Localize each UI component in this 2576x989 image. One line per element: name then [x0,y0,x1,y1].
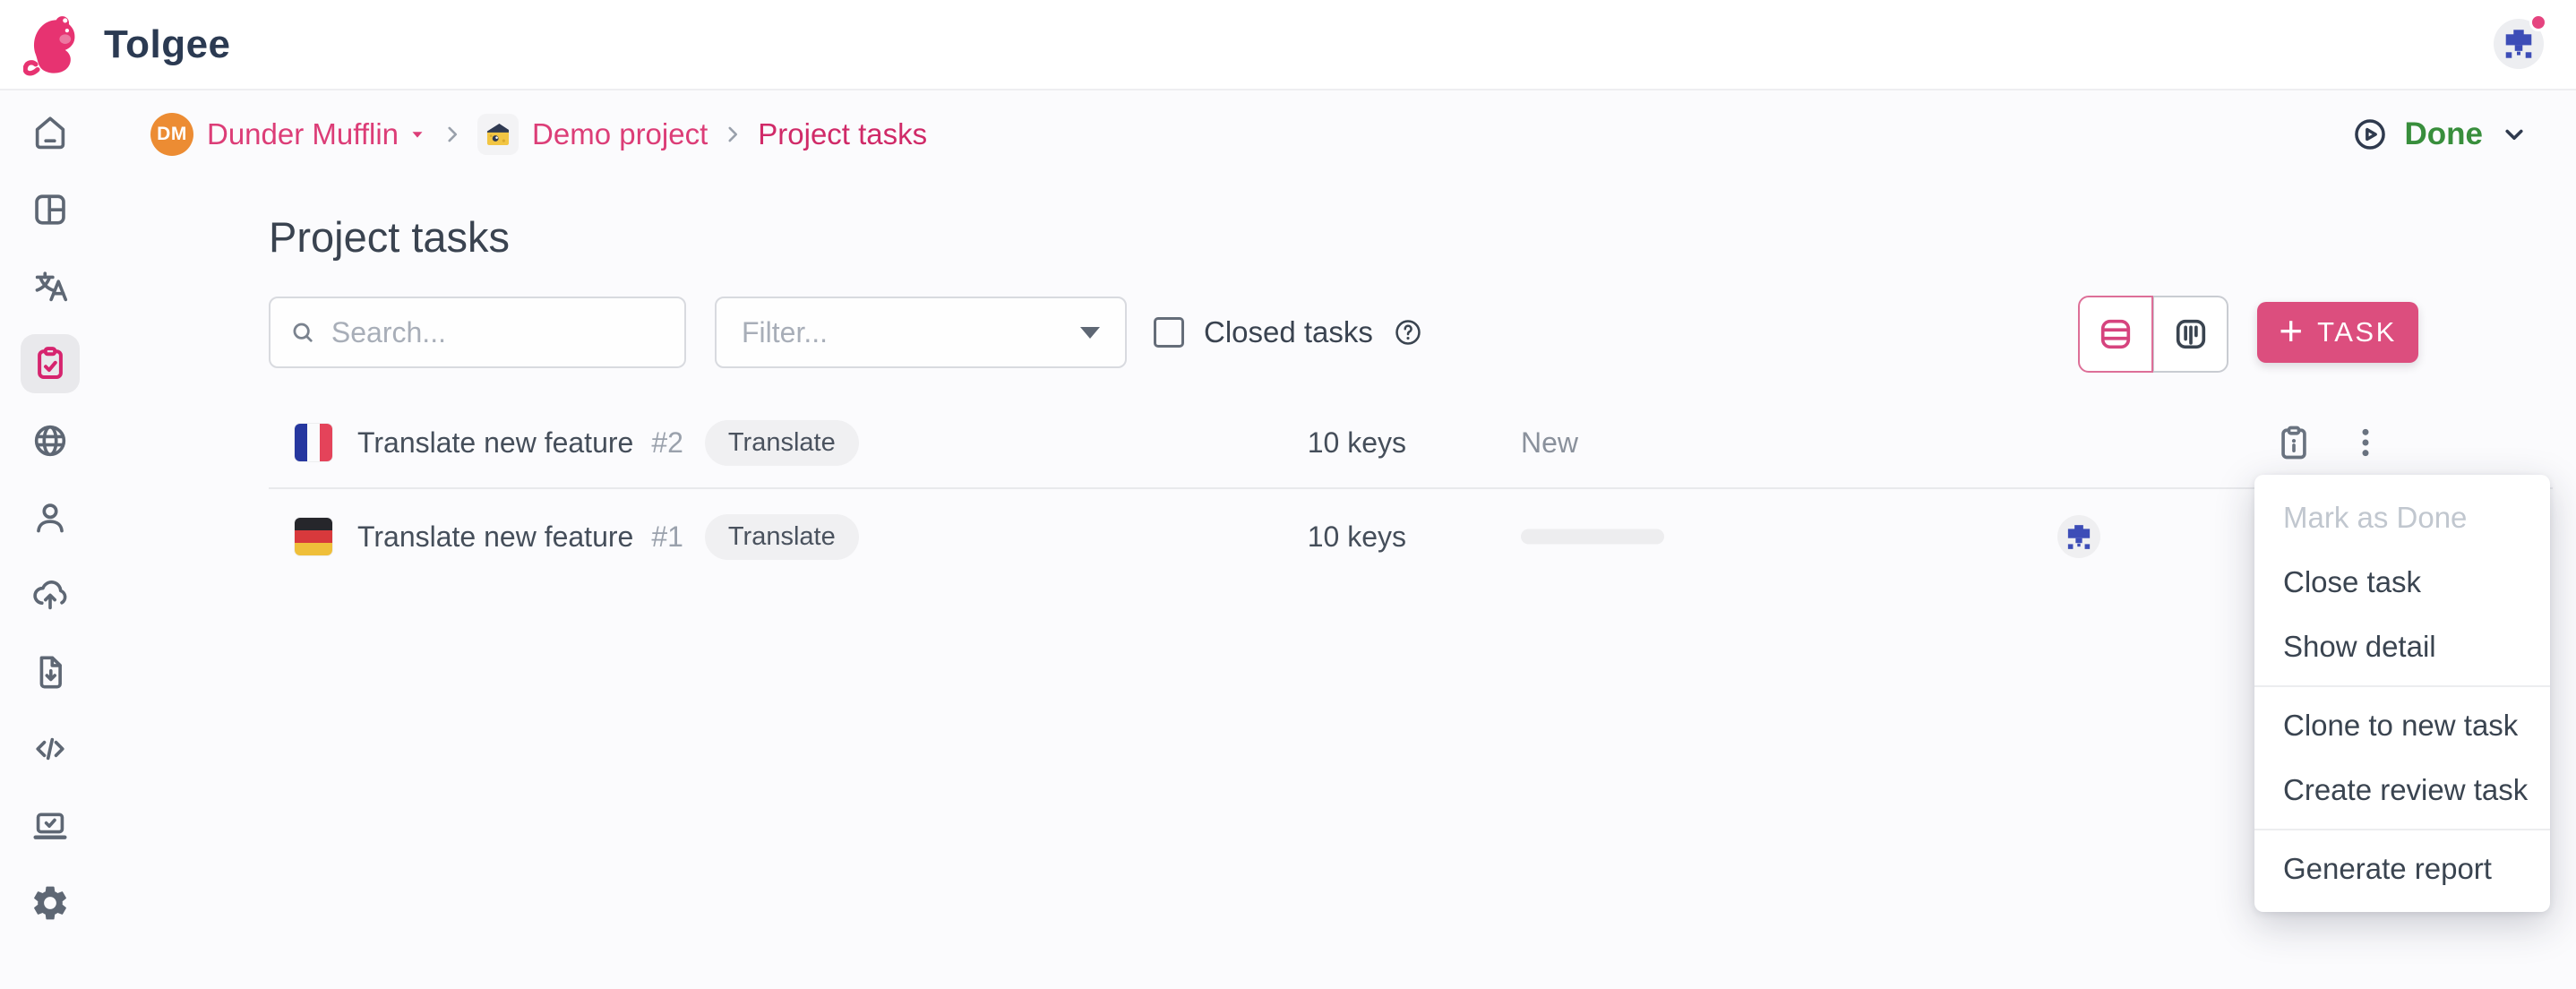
closed-tasks-toggle: Closed tasks [1154,297,1423,368]
home-icon [30,112,71,153]
task-state: New [1521,426,1578,460]
task-keys-count: 10 keys [1254,520,1406,554]
chevron-down-icon [2499,119,2529,150]
user-avatar[interactable] [2494,19,2544,69]
help-icon[interactable] [1393,317,1423,348]
chevron-right-icon [721,123,744,146]
task-progress-bar [1521,529,1664,545]
globe-icon [30,420,71,461]
task-menu-button[interactable] [2342,419,2389,466]
clipboard-info-icon [2274,421,2314,464]
list-view-button[interactable] [2078,296,2153,373]
vertical-dots-icon [2348,425,2383,460]
sidebar-item-languages[interactable] [21,411,80,470]
sidebar-item-tasks[interactable] [21,334,80,393]
task-number: #2 [651,426,683,460]
clipboard-check-icon [30,343,71,384]
closed-tasks-checkbox[interactable] [1154,317,1184,348]
menu-item-show-detail[interactable]: Show detail [2254,615,2550,679]
task-title: Translate new feature [357,426,633,460]
menu-item-close-task[interactable]: Close task [2254,550,2550,615]
dashboard-icon [30,189,71,230]
sidebar-item-home[interactable] [21,103,80,162]
menu-item-generate-report[interactable]: Generate report [2254,837,2550,901]
sidebar-item-settings[interactable] [21,873,80,933]
task-context-menu: Mark as Done Close task Show detail Clon… [2254,475,2550,912]
translate-icon [30,266,71,307]
task-type-badge: Translate [705,514,859,560]
view-mode-toggle [2078,296,2228,373]
filter-placeholder: Filter... [742,316,1080,349]
menu-item-mark-as-done: Mark as Done [2254,486,2550,550]
assignee-avatar [2057,515,2100,558]
task-row-actions [2271,419,2389,466]
code-icon [30,728,71,770]
project-cheese-icon [477,114,519,155]
board-view-icon [2171,314,2211,354]
status-filter-dropdown[interactable]: Done [2351,109,2530,159]
page-title: Project tasks [269,212,510,262]
task-row-2[interactable]: Translate new feature #2 Translate 10 ke… [269,398,2553,487]
sidebar-item-import[interactable] [21,565,80,624]
caret-down-icon [408,125,427,144]
sidebar-item-dashboard[interactable] [21,180,80,239]
puzzle-avatar-icon [2501,30,2537,58]
sidebar-item-translations[interactable] [21,257,80,316]
status-filter-label: Done [2405,116,2484,152]
cloud-upload-icon [30,574,71,615]
tolgee-mouse-icon [23,10,84,80]
brand-name: Tolgee [104,22,231,67]
sidebar-nav [0,92,100,989]
task-row-1[interactable]: Translate new feature #1 Translate 10 ke… [269,489,2553,584]
puzzle-avatar-icon [2064,525,2094,549]
play-circle-icon [2351,116,2389,153]
list-view-icon [2096,314,2135,354]
task-list: Translate new feature #2 Translate 10 ke… [269,398,2553,584]
menu-item-clone-to-new-task[interactable]: Clone to new task [2254,693,2550,758]
breadcrumb-project[interactable]: Demo project [532,117,708,151]
menu-item-create-review-task[interactable]: Create review task [2254,758,2550,822]
menu-divider [2254,829,2550,830]
search-input-wrapper [269,297,686,368]
task-type-badge: Translate [705,420,859,466]
task-detail-button[interactable] [2271,419,2317,466]
org-avatar[interactable]: DM [150,113,193,156]
task-number: #1 [651,520,683,554]
sidebar-item-members[interactable] [21,488,80,547]
tolgee-logo[interactable]: Tolgee [23,7,231,82]
tolgee-project-tasks-screen: Tolgee DM Dunder Muff [0,0,2576,989]
task-keys-count: 10 keys [1254,426,1406,460]
breadcrumb-current-page: Project tasks [758,117,927,151]
top-bar: Tolgee [0,0,2576,90]
flag-france-icon [295,424,332,461]
sidebar-item-integrate[interactable] [21,719,80,778]
board-view-button[interactable] [2153,296,2228,373]
sidebar-item-export[interactable] [21,642,80,701]
add-task-button[interactable]: + TASK [2257,302,2418,363]
closed-tasks-label: Closed tasks [1204,315,1373,349]
person-icon [30,497,71,538]
filter-dropdown[interactable]: Filter... [715,297,1127,368]
notification-dot [2529,13,2547,31]
file-download-icon [30,651,71,692]
task-title: Translate new feature [357,520,633,554]
breadcrumb: DM Dunder Mufflin Demo project Project t… [150,104,927,165]
search-icon [288,316,317,348]
sidebar-item-developer-tools[interactable] [21,796,80,856]
breadcrumb-org[interactable]: Dunder Mufflin [207,117,427,151]
flag-germany-icon [295,518,332,555]
dropdown-caret-icon [1080,327,1100,339]
gear-icon [30,882,71,924]
menu-divider [2254,685,2550,687]
laptop-check-icon [30,805,71,847]
search-input[interactable] [331,316,666,349]
chevron-right-icon [441,123,464,146]
